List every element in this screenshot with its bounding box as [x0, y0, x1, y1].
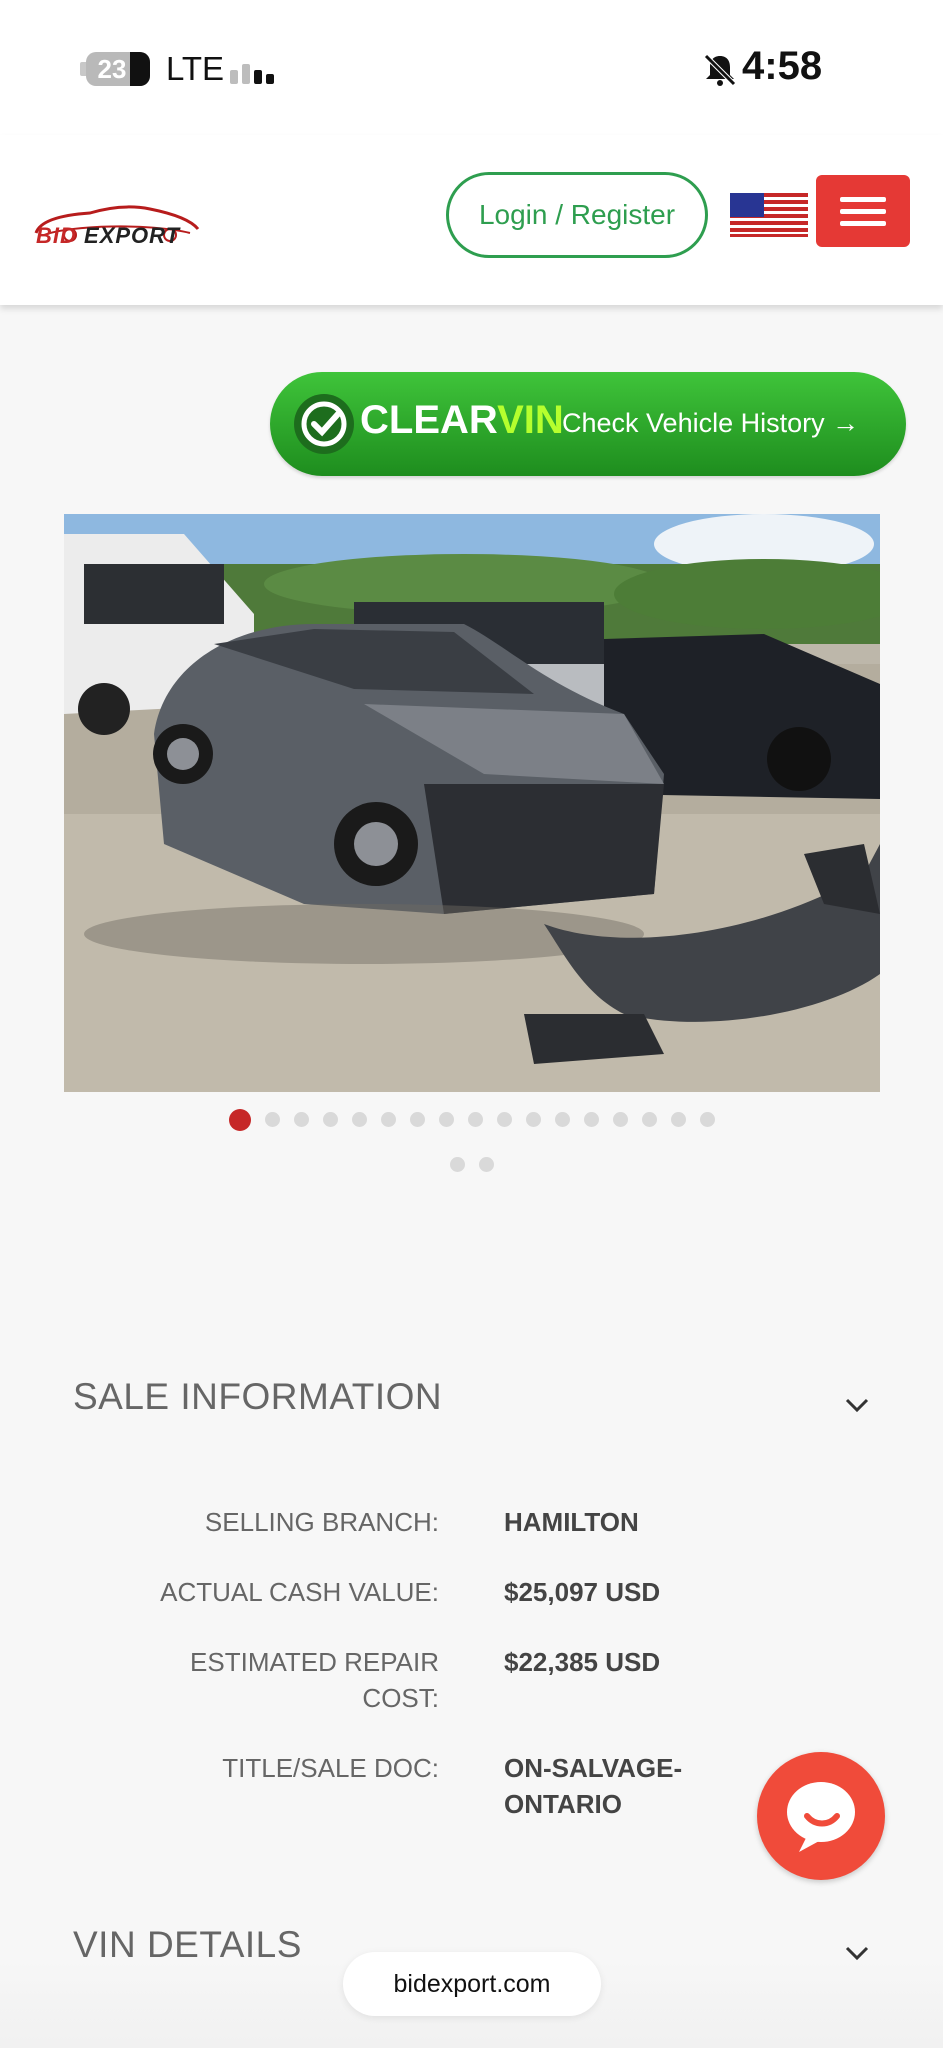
clearvin-brand-vin: VIN: [497, 398, 564, 442]
signal-icon: [230, 54, 280, 84]
logo-text-bid: BID: [36, 223, 77, 248]
gallery-dot[interactable]: [641, 1112, 657, 1127]
battery-level: 23: [97, 54, 127, 84]
gallery-dot[interactable]: [438, 1112, 454, 1127]
estimated-repair-cost-value: $22,385 USD: [504, 1647, 661, 1677]
login-register-button[interactable]: Login / Register: [446, 172, 708, 258]
clearvin-brand: CLEARVIN: [360, 398, 564, 443]
gallery-dot[interactable]: [612, 1112, 628, 1127]
battery-icon: 23: [86, 52, 150, 86]
gallery-dot[interactable]: [525, 1112, 541, 1127]
site-header: BID EXPORT Login / Register: [0, 135, 943, 305]
selling-branch-value: HAMILTON: [504, 1507, 639, 1537]
gallery-dot[interactable]: [467, 1112, 483, 1127]
vehicle-photo[interactable]: [64, 514, 880, 1092]
browser-url-bar[interactable]: bidexport.com: [343, 1952, 601, 2016]
checkmark-circle-icon: [294, 394, 354, 454]
clock-time: 4:58: [742, 44, 823, 88]
chat-button[interactable]: [757, 1752, 885, 1880]
logo-text: BID EXPORT: [36, 223, 180, 249]
gallery-dot[interactable]: [409, 1112, 425, 1127]
network-type: LTE: [166, 50, 225, 87]
sale-information-title[interactable]: SALE INFORMATION: [73, 1376, 442, 1418]
chat-bubble-icon: [787, 1782, 855, 1852]
clearvin-cta-text: Check Vehicle History →: [562, 408, 860, 438]
gallery-dot-active[interactable]: [228, 1109, 251, 1131]
gallery-dot[interactable]: [699, 1112, 715, 1127]
gallery-dots-row-1: [0, 1109, 943, 1131]
clearvin-banner-button[interactable]: CLEARVIN Check Vehicle History →: [270, 372, 906, 476]
gallery-dot[interactable]: [670, 1112, 686, 1127]
chevron-down-icon[interactable]: [842, 1394, 872, 1416]
gallery-dot[interactable]: [380, 1112, 396, 1127]
title-sale-doc-value: ON-SALVAGE-ONTARIO: [504, 1753, 683, 1819]
actual-cash-value-value: $25,097 USD: [504, 1577, 661, 1607]
gallery-dot[interactable]: [264, 1112, 280, 1127]
actual-cash-value-label: ACTUAL CASH VALUE:: [160, 1577, 439, 1607]
logo-text-export: EXPORT: [84, 223, 181, 248]
status-bar: 23 LTE 4:58: [0, 0, 943, 135]
clearvin-brand-clear: CLEAR: [360, 398, 498, 442]
us-flag-icon[interactable]: [730, 193, 808, 237]
gallery-dot[interactable]: [478, 1157, 494, 1172]
estimated-repair-cost-label: ESTIMATED REPAIR COST:: [190, 1647, 439, 1713]
vehicle-photo-image: [64, 514, 880, 1092]
bell-muted-icon: [704, 54, 736, 86]
selling-branch-label: SELLING BRANCH:: [204, 1507, 439, 1537]
gallery-dot[interactable]: [449, 1157, 465, 1172]
gallery-dot[interactable]: [351, 1112, 367, 1127]
gallery-dot[interactable]: [496, 1112, 512, 1127]
gallery-dot[interactable]: [554, 1112, 570, 1127]
gallery-dot[interactable]: [583, 1112, 599, 1127]
gallery-dots-row-2: [0, 1157, 943, 1172]
hamburger-menu-button[interactable]: [816, 175, 910, 247]
gallery-dot[interactable]: [293, 1112, 309, 1127]
gallery-dot[interactable]: [322, 1112, 338, 1127]
title-sale-doc-label: TITLE/SALE DOC:: [222, 1753, 439, 1783]
